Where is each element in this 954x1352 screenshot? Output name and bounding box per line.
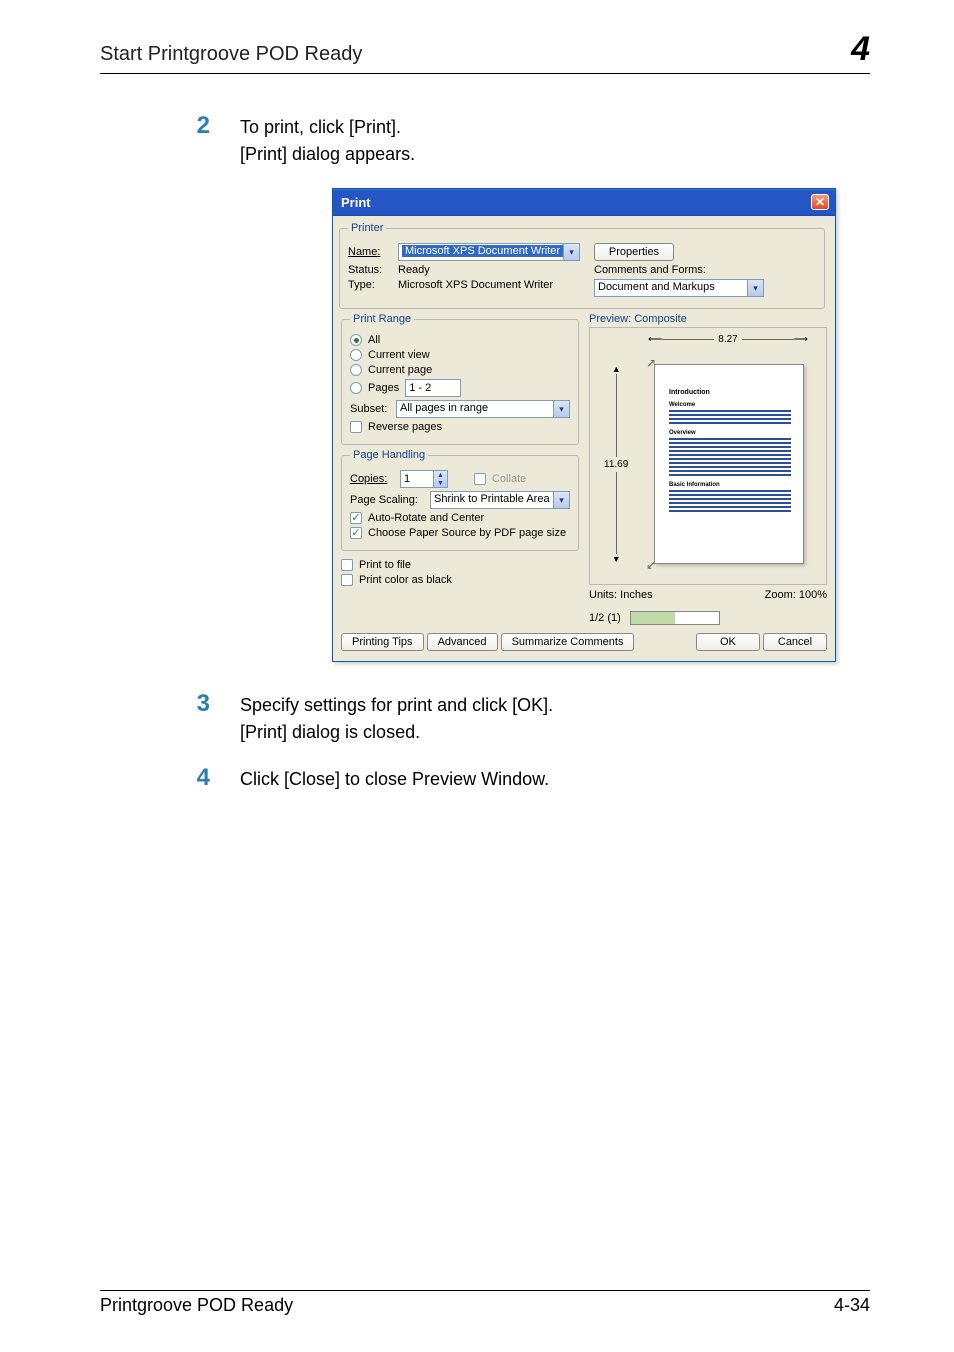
- radio-current-page[interactable]: [350, 364, 362, 376]
- chevron-down-icon[interactable]: ▾: [563, 244, 579, 260]
- footer-page: 4-34: [834, 1295, 870, 1316]
- radio-all[interactable]: [350, 334, 362, 346]
- copies-spinner[interactable]: ▲▼: [400, 470, 448, 488]
- footer-product: Printgroove POD Ready: [100, 1295, 293, 1316]
- chapter-number: 4: [851, 30, 870, 69]
- step-2: 2 To print, click [Print]. [Print] dialo…: [186, 114, 870, 168]
- step-number: 3: [186, 692, 210, 746]
- comments-combo[interactable]: Document and Markups ▾: [594, 279, 764, 297]
- type-value: Microsoft XPS Document Writer: [398, 279, 553, 291]
- page-progress-label: 1/2 (1): [589, 612, 621, 624]
- printer-group: Printer Name: Microsoft XPS Document Wri…: [339, 222, 825, 309]
- scaling-label: Page Scaling:: [350, 494, 424, 506]
- step-4: 4 Click [Close] to close Preview Window.: [186, 766, 870, 793]
- chevron-down-icon[interactable]: ▾: [553, 401, 569, 417]
- preview-area: ⟵ 8.27 ⟶ ↗ ▲ 11.69: [589, 327, 827, 585]
- preview-thumbnail: Introduction Welcome Overview Basic Info…: [654, 364, 804, 564]
- step-3-text: Specify settings for print and click [OK…: [240, 692, 553, 746]
- print-dialog: Print ✕ Printer Name:: [332, 188, 836, 662]
- page-handling-group: Page Handling Copies: ▲▼ Collate: [341, 449, 579, 551]
- spinner-down-icon: ▼: [434, 479, 447, 487]
- progress-bar: [630, 611, 720, 625]
- close-icon[interactable]: ✕: [811, 194, 829, 210]
- printer-legend: Printer: [348, 222, 386, 234]
- printing-tips-button[interactable]: Printing Tips: [341, 633, 424, 651]
- collate-checkbox: [474, 473, 486, 485]
- ok-button[interactable]: OK: [696, 633, 760, 651]
- handling-legend: Page Handling: [350, 449, 428, 461]
- print-color-black-checkbox[interactable]: [341, 574, 353, 586]
- preview-width: 8.27: [718, 334, 737, 345]
- dialog-titlebar: Print ✕: [333, 189, 835, 216]
- preview-height: 11.69: [604, 459, 628, 470]
- status-value: Ready: [398, 264, 430, 276]
- radio-current-view[interactable]: [350, 349, 362, 361]
- subset-combo[interactable]: All pages in range ▾: [396, 400, 570, 418]
- units-label: Units: Inches: [589, 589, 653, 601]
- range-legend: Print Range: [350, 313, 414, 325]
- chevron-down-icon[interactable]: ▾: [553, 492, 569, 508]
- spinner-up-icon: ▲: [434, 471, 447, 479]
- type-label: Type:: [348, 279, 392, 291]
- preview-title: Preview: Composite: [589, 313, 827, 325]
- pages-input[interactable]: [405, 379, 461, 397]
- step-number: 4: [186, 766, 210, 793]
- page-footer: Printgroove POD Ready 4-34: [100, 1290, 870, 1316]
- scaling-combo[interactable]: Shrink to Printable Area ▾: [430, 491, 570, 509]
- step-3: 3 Specify settings for print and click […: [186, 692, 870, 746]
- status-label: Status:: [348, 264, 392, 276]
- step-2-text: To print, click [Print]. [Print] dialog …: [240, 114, 415, 168]
- dialog-title: Print: [341, 195, 371, 210]
- chevron-down-icon[interactable]: ▾: [747, 280, 763, 296]
- print-range-group: Print Range All Current view Current pag…: [341, 313, 579, 445]
- arrow-icon: ↙: [646, 558, 656, 572]
- auto-rotate-checkbox[interactable]: [350, 512, 362, 524]
- name-label: Name:: [348, 246, 392, 258]
- reverse-checkbox[interactable]: [350, 421, 362, 433]
- subset-label: Subset:: [350, 403, 390, 415]
- properties-button[interactable]: Properties: [594, 243, 674, 261]
- page-header: Start Printgroove POD Ready 4: [100, 30, 870, 74]
- copies-label: Copies:: [350, 473, 394, 485]
- comments-label: Comments and Forms:: [594, 264, 706, 276]
- summarize-comments-button[interactable]: Summarize Comments: [501, 633, 635, 651]
- advanced-button[interactable]: Advanced: [427, 633, 498, 651]
- running-header-title: Start Printgroove POD Ready: [100, 43, 362, 66]
- choose-source-checkbox[interactable]: [350, 527, 362, 539]
- printer-name-combo[interactable]: Microsoft XPS Document Writer ▾: [398, 243, 580, 261]
- step-number: 2: [186, 114, 210, 168]
- cancel-button[interactable]: Cancel: [763, 633, 827, 651]
- zoom-label: Zoom: 100%: [765, 589, 827, 601]
- radio-pages[interactable]: [350, 382, 362, 394]
- print-to-file-checkbox[interactable]: [341, 559, 353, 571]
- step-4-text: Click [Close] to close Preview Window.: [240, 766, 549, 793]
